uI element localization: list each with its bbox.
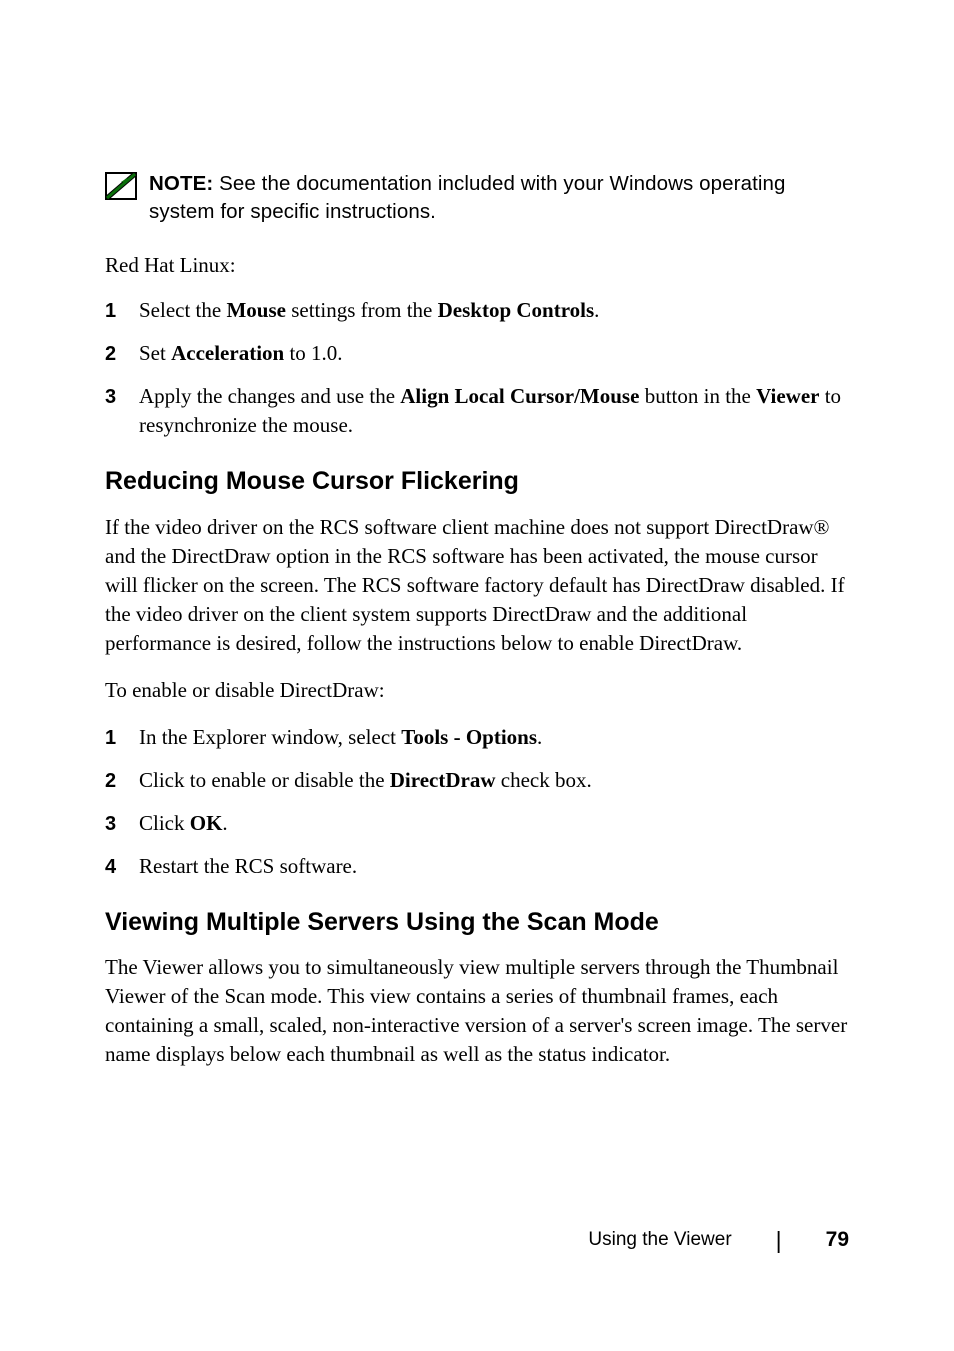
document-page: NOTE: See the documentation included wit… <box>0 0 954 1351</box>
step-number: 1 <box>105 296 139 325</box>
step-number: 4 <box>105 852 139 881</box>
list-item: 2 Set Acceleration to 1.0. <box>105 339 849 368</box>
step-text: Click OK. <box>139 809 849 838</box>
note-label: NOTE: <box>149 172 213 195</box>
step-number: 3 <box>105 382 139 411</box>
step-number: 2 <box>105 339 139 368</box>
list-item: 4 Restart the RCS software. <box>105 852 849 881</box>
step-text: Apply the changes and use the Align Loca… <box>139 382 849 440</box>
page-footer: Using the Viewer | 79 <box>588 1226 849 1255</box>
note-text: NOTE: See the documentation included wit… <box>149 170 849 225</box>
body-paragraph: To enable or disable DirectDraw: <box>105 676 849 705</box>
heading-scan-mode: Viewing Multiple Servers Using the Scan … <box>105 905 849 940</box>
heading-reducing-flickering: Reducing Mouse Cursor Flickering <box>105 464 849 499</box>
footer-page-number: 79 <box>826 1226 849 1255</box>
step-number: 2 <box>105 766 139 795</box>
step-text: Restart the RCS software. <box>139 852 849 881</box>
body-paragraph: If the video driver on the RCS software … <box>105 513 849 658</box>
redhat-intro: Red Hat Linux: <box>105 251 849 280</box>
list-item: 3 Click OK. <box>105 809 849 838</box>
step-text: In the Explorer window, select Tools - O… <box>139 723 849 752</box>
footer-section-label: Using the Viewer <box>588 1227 731 1253</box>
step-text: Click to enable or disable the DirectDra… <box>139 766 849 795</box>
directdraw-steps: 1 In the Explorer window, select Tools -… <box>105 723 849 881</box>
step-text: Set Acceleration to 1.0. <box>139 339 849 368</box>
step-text: Select the Mouse settings from the Deskt… <box>139 296 849 325</box>
list-item: 2 Click to enable or disable the DirectD… <box>105 766 849 795</box>
step-number: 1 <box>105 723 139 752</box>
note-body: See the documentation included with your… <box>149 172 786 223</box>
redhat-steps: 1 Select the Mouse settings from the Des… <box>105 296 849 440</box>
body-paragraph: The Viewer allows you to simultaneously … <box>105 953 849 1069</box>
footer-separator: | <box>776 1229 782 1252</box>
note-block: NOTE: See the documentation included wit… <box>105 170 849 225</box>
list-item: 3 Apply the changes and use the Align Lo… <box>105 382 849 440</box>
list-item: 1 In the Explorer window, select Tools -… <box>105 723 849 752</box>
step-number: 3 <box>105 809 139 838</box>
note-icon <box>105 172 137 200</box>
list-item: 1 Select the Mouse settings from the Des… <box>105 296 849 325</box>
